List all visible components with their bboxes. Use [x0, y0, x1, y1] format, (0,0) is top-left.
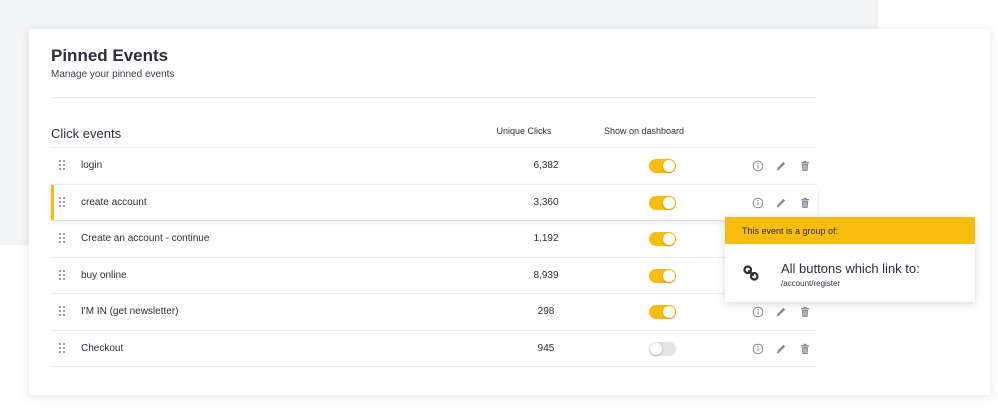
- popover-path: /account/register: [781, 279, 841, 288]
- popover-header: This event is a group of:: [725, 217, 975, 244]
- dashboard-toggle[interactable]: [649, 232, 676, 247]
- events-table: login 6,382 create account 3,360 Create an a…: [51, 147, 817, 367]
- delete-button[interactable]: [798, 196, 812, 210]
- info-button[interactable]: [751, 305, 765, 319]
- page-subtitle: Manage your pinned events: [51, 69, 175, 80]
- info-button[interactable]: [751, 196, 765, 210]
- delete-button[interactable]: [798, 305, 812, 319]
- header-divider: [51, 97, 817, 98]
- toggle-knob: [663, 233, 675, 246]
- drag-handle-icon[interactable]: [59, 306, 67, 318]
- section-title: Click events: [51, 126, 122, 141]
- column-header-dashboard: Show on dashboard: [603, 126, 685, 136]
- event-name: create account: [81, 196, 147, 208]
- unique-clicks: 945: [537, 342, 555, 354]
- toggle-knob: [663, 269, 675, 282]
- toggle-knob: [663, 160, 675, 172]
- toggle-knob: [663, 196, 675, 209]
- delete-button[interactable]: [798, 342, 812, 356]
- table-row[interactable]: I'M IN (get newsletter) 298: [51, 293, 817, 330]
- toggle-knob: [663, 306, 675, 319]
- trash-icon: [798, 305, 812, 319]
- event-name: Create an account - continue: [81, 233, 210, 245]
- trash-icon: [798, 159, 812, 173]
- unique-clicks: 1,192: [533, 233, 559, 245]
- trash-icon: [798, 196, 812, 210]
- drag-handle-icon[interactable]: [59, 196, 67, 209]
- dashboard-toggle[interactable]: [649, 341, 676, 356]
- unique-clicks: 298: [537, 306, 555, 318]
- pencil-icon: [774, 342, 788, 356]
- table-row[interactable]: Create an account - continue 1,192: [51, 220, 817, 257]
- unique-clicks: 6,382: [533, 160, 559, 171]
- event-name: Checkout: [81, 342, 124, 354]
- drag-handle-icon[interactable]: [59, 233, 67, 245]
- toggle-knob: [650, 342, 662, 355]
- info-button[interactable]: [751, 159, 765, 173]
- edit-button[interactable]: [774, 196, 788, 210]
- event-name: I'M IN (get newsletter): [81, 306, 179, 318]
- info-icon: [751, 342, 765, 356]
- pencil-icon: [774, 305, 788, 319]
- table-row[interactable]: create account 3,360: [51, 183, 817, 221]
- page-title: Pinned Events: [51, 46, 169, 65]
- event-name: login: [81, 160, 103, 171]
- table-row[interactable]: buy online 8,939: [51, 256, 817, 294]
- info-icon: [751, 305, 765, 319]
- drag-handle-icon[interactable]: [59, 269, 67, 282]
- pencil-icon: [774, 196, 788, 210]
- popover-title: All buttons which link to:: [781, 261, 920, 276]
- event-group-popover: This event is a group of: All buttons wh…: [725, 217, 975, 302]
- event-name: buy online: [81, 269, 127, 281]
- drag-handle-icon[interactable]: [59, 160, 67, 172]
- drag-handle-icon[interactable]: [59, 342, 67, 355]
- info-icon: [751, 196, 765, 210]
- pinned-events-card: Pinned Events Manage your pinned events …: [29, 29, 990, 395]
- info-icon: [751, 159, 765, 173]
- dashboard-toggle[interactable]: [649, 195, 676, 210]
- table-row[interactable]: login 6,382: [51, 147, 817, 184]
- dashboard-toggle[interactable]: [649, 159, 676, 173]
- table-row[interactable]: Checkout 945: [51, 329, 817, 367]
- link-icon: [743, 265, 759, 281]
- dashboard-toggle[interactable]: [649, 305, 676, 320]
- dashboard-toggle[interactable]: [649, 268, 676, 283]
- info-button[interactable]: [751, 342, 765, 356]
- column-header-clicks: Unique Clicks: [496, 126, 552, 136]
- delete-button[interactable]: [798, 159, 812, 173]
- edit-button[interactable]: [774, 342, 788, 356]
- unique-clicks: 8,939: [533, 269, 559, 281]
- unique-clicks: 3,360: [533, 196, 559, 208]
- edit-button[interactable]: [774, 305, 788, 319]
- edit-button[interactable]: [774, 159, 788, 173]
- trash-icon: [798, 342, 812, 356]
- pencil-icon: [774, 159, 788, 173]
